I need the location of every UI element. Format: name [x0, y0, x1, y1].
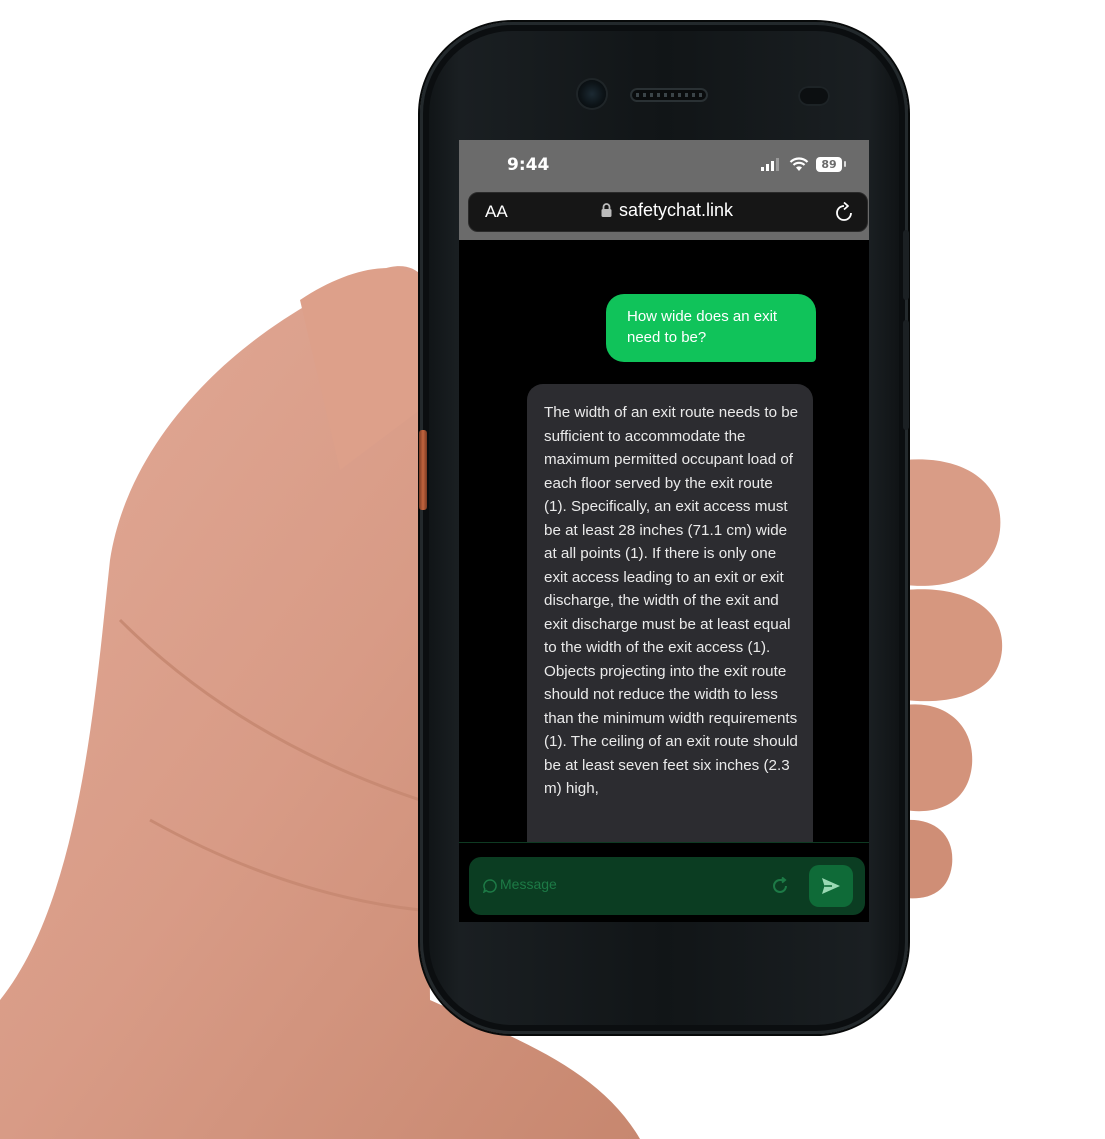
- front-camera: [578, 80, 606, 108]
- side-button: [903, 320, 909, 430]
- send-button[interactable]: [809, 865, 853, 907]
- status-time: 9:44: [507, 155, 550, 175]
- composer-area: Message: [459, 842, 869, 922]
- send-icon: [822, 878, 840, 894]
- message-placeholder: Message: [500, 876, 557, 892]
- url-text[interactable]: safetychat.link: [619, 200, 733, 221]
- wifi-icon: [789, 157, 809, 171]
- phone-screen: 9:44 89 AA safetychat.link How wide does…: [459, 140, 869, 922]
- side-button-orange: [419, 430, 427, 510]
- assistant-message-bubble: The width of an exit route needs to be s…: [527, 384, 813, 842]
- signal-icon: [761, 158, 779, 171]
- battery-indicator: 89: [816, 157, 842, 172]
- status-bar: 9:44 89: [459, 140, 869, 192]
- reload-icon[interactable]: [835, 202, 853, 222]
- battery-tip: [844, 161, 846, 167]
- lock-icon: [601, 203, 612, 217]
- text-size-label: AA: [485, 202, 508, 221]
- regenerate-icon[interactable]: [771, 877, 789, 895]
- chat-thread[interactable]: How wide does an exit need to be? The wi…: [459, 240, 869, 842]
- side-button: [903, 230, 909, 300]
- speaker-grille: [636, 93, 702, 97]
- proximity-sensor: [798, 86, 830, 106]
- text-size-button[interactable]: AA: [485, 202, 508, 222]
- chat-bubble-icon: [483, 879, 497, 893]
- user-message-bubble: How wide does an exit need to be?: [606, 294, 816, 362]
- message-input[interactable]: Message: [469, 857, 865, 915]
- address-bar[interactable]: AA safetychat.link: [468, 192, 868, 232]
